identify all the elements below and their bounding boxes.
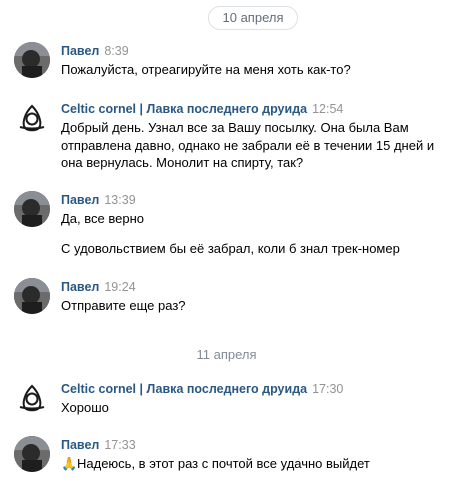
author-name[interactable]: Павел — [61, 280, 99, 294]
message-text: Да, все верно — [61, 211, 144, 226]
date-separator: 10 апреля — [208, 6, 298, 30]
avatar[interactable] — [14, 42, 50, 78]
message-time[interactable]: 19:24 — [104, 280, 135, 294]
avatar[interactable] — [14, 191, 50, 227]
avatar[interactable] — [14, 380, 50, 416]
message-text: Добрый день. Узнал все за Вашу посылку. … — [61, 120, 435, 170]
message-text: Пожалуйста, отреагируйте на меня хоть ка… — [61, 62, 351, 77]
avatar[interactable] — [14, 436, 50, 472]
author-name[interactable]: Павел — [61, 193, 99, 207]
message-text-body: Надеюсь, в этот раз с почтой все удачно … — [77, 456, 370, 471]
message-text: 🙏Надеюсь, в этот раз с почтой все удачно… — [61, 455, 446, 473]
date-separator: 11 апреля — [196, 347, 257, 362]
author-name[interactable]: Павел — [61, 44, 99, 58]
praying-hands-icon: 🙏 — [61, 456, 78, 471]
triquetra-icon — [19, 104, 45, 132]
message-time[interactable]: 13:39 — [104, 193, 135, 207]
message-text: Хорошо — [61, 400, 109, 415]
triquetra-icon — [19, 384, 45, 412]
avatar[interactable] — [14, 100, 50, 136]
message-time[interactable]: 12:54 — [312, 102, 343, 116]
message-text: Отправите еще раз? — [61, 298, 186, 313]
author-name[interactable]: Celtic cornel | Лавка последнего друида — [61, 382, 307, 396]
message-text: С удовольствием бы её забрал, коли б зна… — [61, 241, 400, 256]
message-time[interactable]: 17:33 — [104, 438, 135, 452]
message-time[interactable]: 17:30 — [312, 382, 343, 396]
avatar[interactable] — [14, 278, 50, 314]
message-time[interactable]: 8:39 — [104, 44, 128, 58]
author-name[interactable]: Celtic cornel | Лавка последнего друида — [61, 102, 307, 116]
author-name[interactable]: Павел — [61, 438, 99, 452]
